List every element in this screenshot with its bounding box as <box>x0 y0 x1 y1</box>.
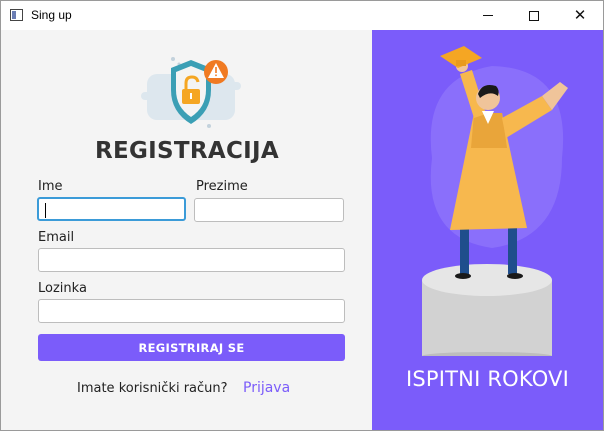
text-caret <box>45 203 46 218</box>
maximize-button[interactable] <box>511 1 557 30</box>
register-button[interactable]: REGISTRIRAJ SE <box>38 334 345 361</box>
close-icon: ✕ <box>573 6 587 24</box>
account-question: Imate korisnički račun? <box>77 381 228 396</box>
warning-icon <box>204 60 228 84</box>
close-button[interactable]: ✕ <box>557 1 603 30</box>
login-link[interactable]: Prijava <box>243 380 290 396</box>
title-bar[interactable]: Sing up ✕ <box>1 1 603 30</box>
last-name-label: Prezime <box>196 179 248 194</box>
window-title: Sing up <box>31 8 72 22</box>
side-panel: ISPITNI ROKOVI <box>372 30 603 430</box>
security-shield-icon <box>141 57 241 128</box>
first-name-field[interactable] <box>37 197 186 221</box>
password-field[interactable] <box>38 299 345 323</box>
maximize-icon <box>529 10 539 21</box>
password-label: Lozinka <box>38 281 87 296</box>
last-name-field[interactable] <box>194 198 344 222</box>
registration-panel: REGISTRACIJA Ime Prezime Email Lozinka R… <box>2 30 372 430</box>
email-field[interactable] <box>38 248 345 272</box>
app-icon <box>10 9 23 21</box>
minimize-button[interactable] <box>465 1 511 30</box>
email-label: Email <box>38 230 75 245</box>
graduate-illustration <box>422 46 568 356</box>
signup-window: Sing up ✕ REGISTRACIJA Ime Prezime Email… <box>0 0 604 431</box>
side-panel-title: ISPITNI ROKOVI <box>405 367 570 391</box>
minimize-icon <box>483 15 493 16</box>
first-name-label: Ime <box>38 179 63 194</box>
page-title: REGISTRACIJA <box>94 138 280 164</box>
